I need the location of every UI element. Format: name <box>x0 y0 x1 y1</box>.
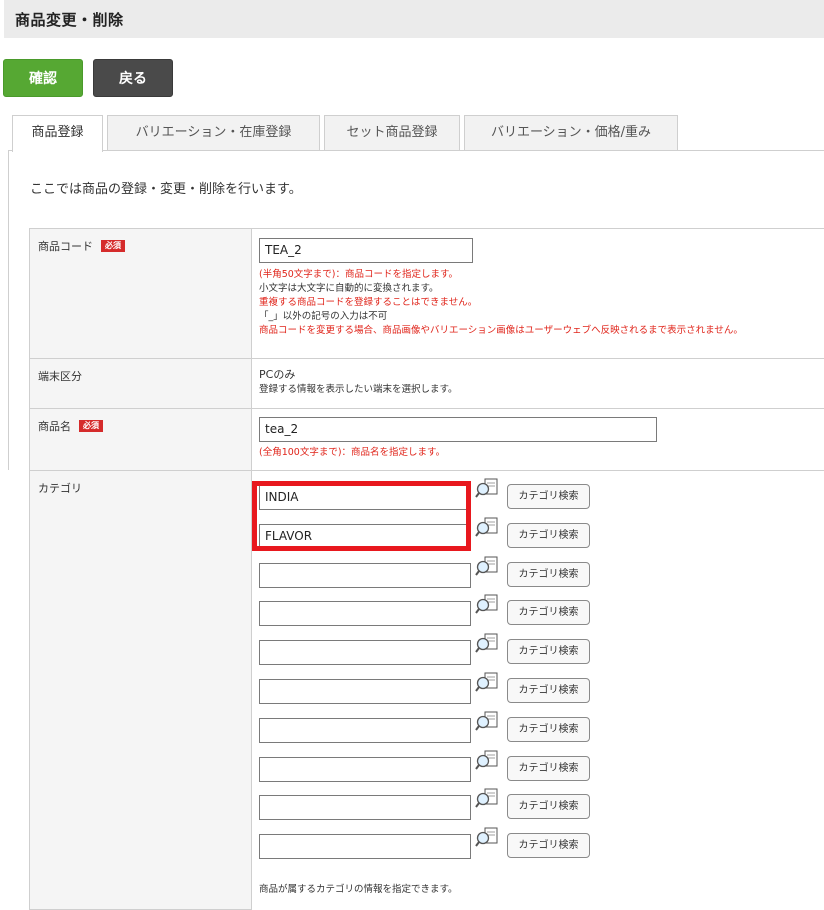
row-device: 端末区分 PCのみ 登録する情報を表示したい端末を選択します。 <box>29 358 824 408</box>
required-badge: 必須 <box>79 420 103 432</box>
category-input[interactable] <box>259 757 471 782</box>
product-code-note-uppercase: 小文字は大文字に自動的に変換されます。 <box>259 283 439 294</box>
confirm-button[interactable]: 確認 <box>3 59 83 97</box>
product-code-note-length: (半角50文字まで)：商品コードを指定します。 <box>259 269 459 280</box>
category-search-button[interactable]: カテゴリ検索 <box>507 484 590 509</box>
category-input[interactable] <box>259 640 471 665</box>
category-input[interactable] <box>259 563 471 588</box>
category-search-button[interactable]: カテゴリ検索 <box>507 794 590 819</box>
magnifier-icon[interactable] <box>475 826 501 848</box>
intro-text: ここでは商品の登録・変更・削除を行います。 <box>30 182 302 197</box>
category-search-button[interactable]: カテゴリ検索 <box>507 756 590 781</box>
product-name-note: (全角100文字まで)：商品名を指定します。 <box>259 447 446 458</box>
row-product-name: 商品名 必須 tea_2 (全角100文字まで)：商品名を指定します。 <box>29 408 824 470</box>
category-search-button[interactable]: カテゴリ検索 <box>507 562 590 587</box>
category-search-button[interactable]: カテゴリ検索 <box>507 600 590 625</box>
category-search-button[interactable]: カテゴリ検索 <box>507 523 590 548</box>
product-code-note-duplicate: 重複する商品コードを登録することはできません。 <box>259 297 478 308</box>
magnifier-icon[interactable] <box>475 710 501 732</box>
category-input[interactable] <box>259 601 471 626</box>
category-search-button[interactable]: カテゴリ検索 <box>507 639 590 664</box>
device-note: 登録する情報を表示したい端末を選択します。 <box>259 384 458 395</box>
category-search-button[interactable]: カテゴリ検索 <box>507 833 590 858</box>
category-search-button[interactable]: カテゴリ検索 <box>507 717 590 742</box>
tab-variation-stock[interactable]: バリエーション・在庫登録 <box>107 115 320 151</box>
magnifier-icon[interactable] <box>475 477 501 499</box>
category-input[interactable] <box>259 718 471 743</box>
tab-variation-price-weight[interactable]: バリエーション・価格/重み <box>464 115 678 151</box>
category-input[interactable] <box>259 834 471 859</box>
panel-border <box>8 150 9 470</box>
row-product-code: 商品コード 必須 TEA_2 (半角50文字まで)：商品コードを指定します。 小文… <box>29 228 824 358</box>
page-header: 商品変更・削除 <box>4 0 824 38</box>
product-code-note-images: 商品コードを変更する場合、商品画像やバリエーション画像はユーザーウェブへ反映され… <box>259 325 743 336</box>
magnifier-icon[interactable] <box>475 749 501 771</box>
magnifier-icon[interactable] <box>475 593 501 615</box>
category-input[interactable] <box>259 679 471 704</box>
magnifier-icon[interactable] <box>475 671 501 693</box>
tab-set-product[interactable]: セット商品登録 <box>324 115 460 151</box>
back-button[interactable]: 戻る <box>93 59 173 97</box>
category-input[interactable]: INDIA <box>259 485 471 510</box>
product-code-input[interactable]: TEA_2 <box>259 238 473 263</box>
magnifier-icon[interactable] <box>475 555 501 577</box>
tab-divider <box>8 150 824 151</box>
category-search-button[interactable]: カテゴリ検索 <box>507 678 590 703</box>
category-note: 商品が属するカテゴリの情報を指定できます。 <box>259 884 458 895</box>
product-code-note-symbols: 「_」以外の記号の入力は不可 <box>259 311 388 322</box>
device-value: PCのみ <box>259 368 296 381</box>
row-category: カテゴリ 商品が属するカテゴリの情報を指定できます。 INDIA カテゴリ検索 FL… <box>29 470 824 910</box>
magnifier-icon[interactable] <box>475 787 501 809</box>
category-input[interactable] <box>259 795 471 820</box>
product-name-label: 商品名 <box>38 420 71 433</box>
product-code-label: 商品コード <box>38 240 93 253</box>
category-cell: 商品が属するカテゴリの情報を指定できます。 INDIA カテゴリ検索 FLAVOR カ… <box>253 471 824 910</box>
tab-product-registration[interactable]: 商品登録 <box>12 115 103 152</box>
category-label: カテゴリ <box>38 482 82 495</box>
device-label: 端末区分 <box>38 370 82 383</box>
product-name-input[interactable]: tea_2 <box>259 417 657 442</box>
magnifier-icon[interactable] <box>475 516 501 538</box>
category-input[interactable]: FLAVOR <box>259 524 471 549</box>
magnifier-icon[interactable] <box>475 632 501 654</box>
required-badge: 必須 <box>101 240 125 252</box>
page-title: 商品変更・削除 <box>15 11 124 29</box>
